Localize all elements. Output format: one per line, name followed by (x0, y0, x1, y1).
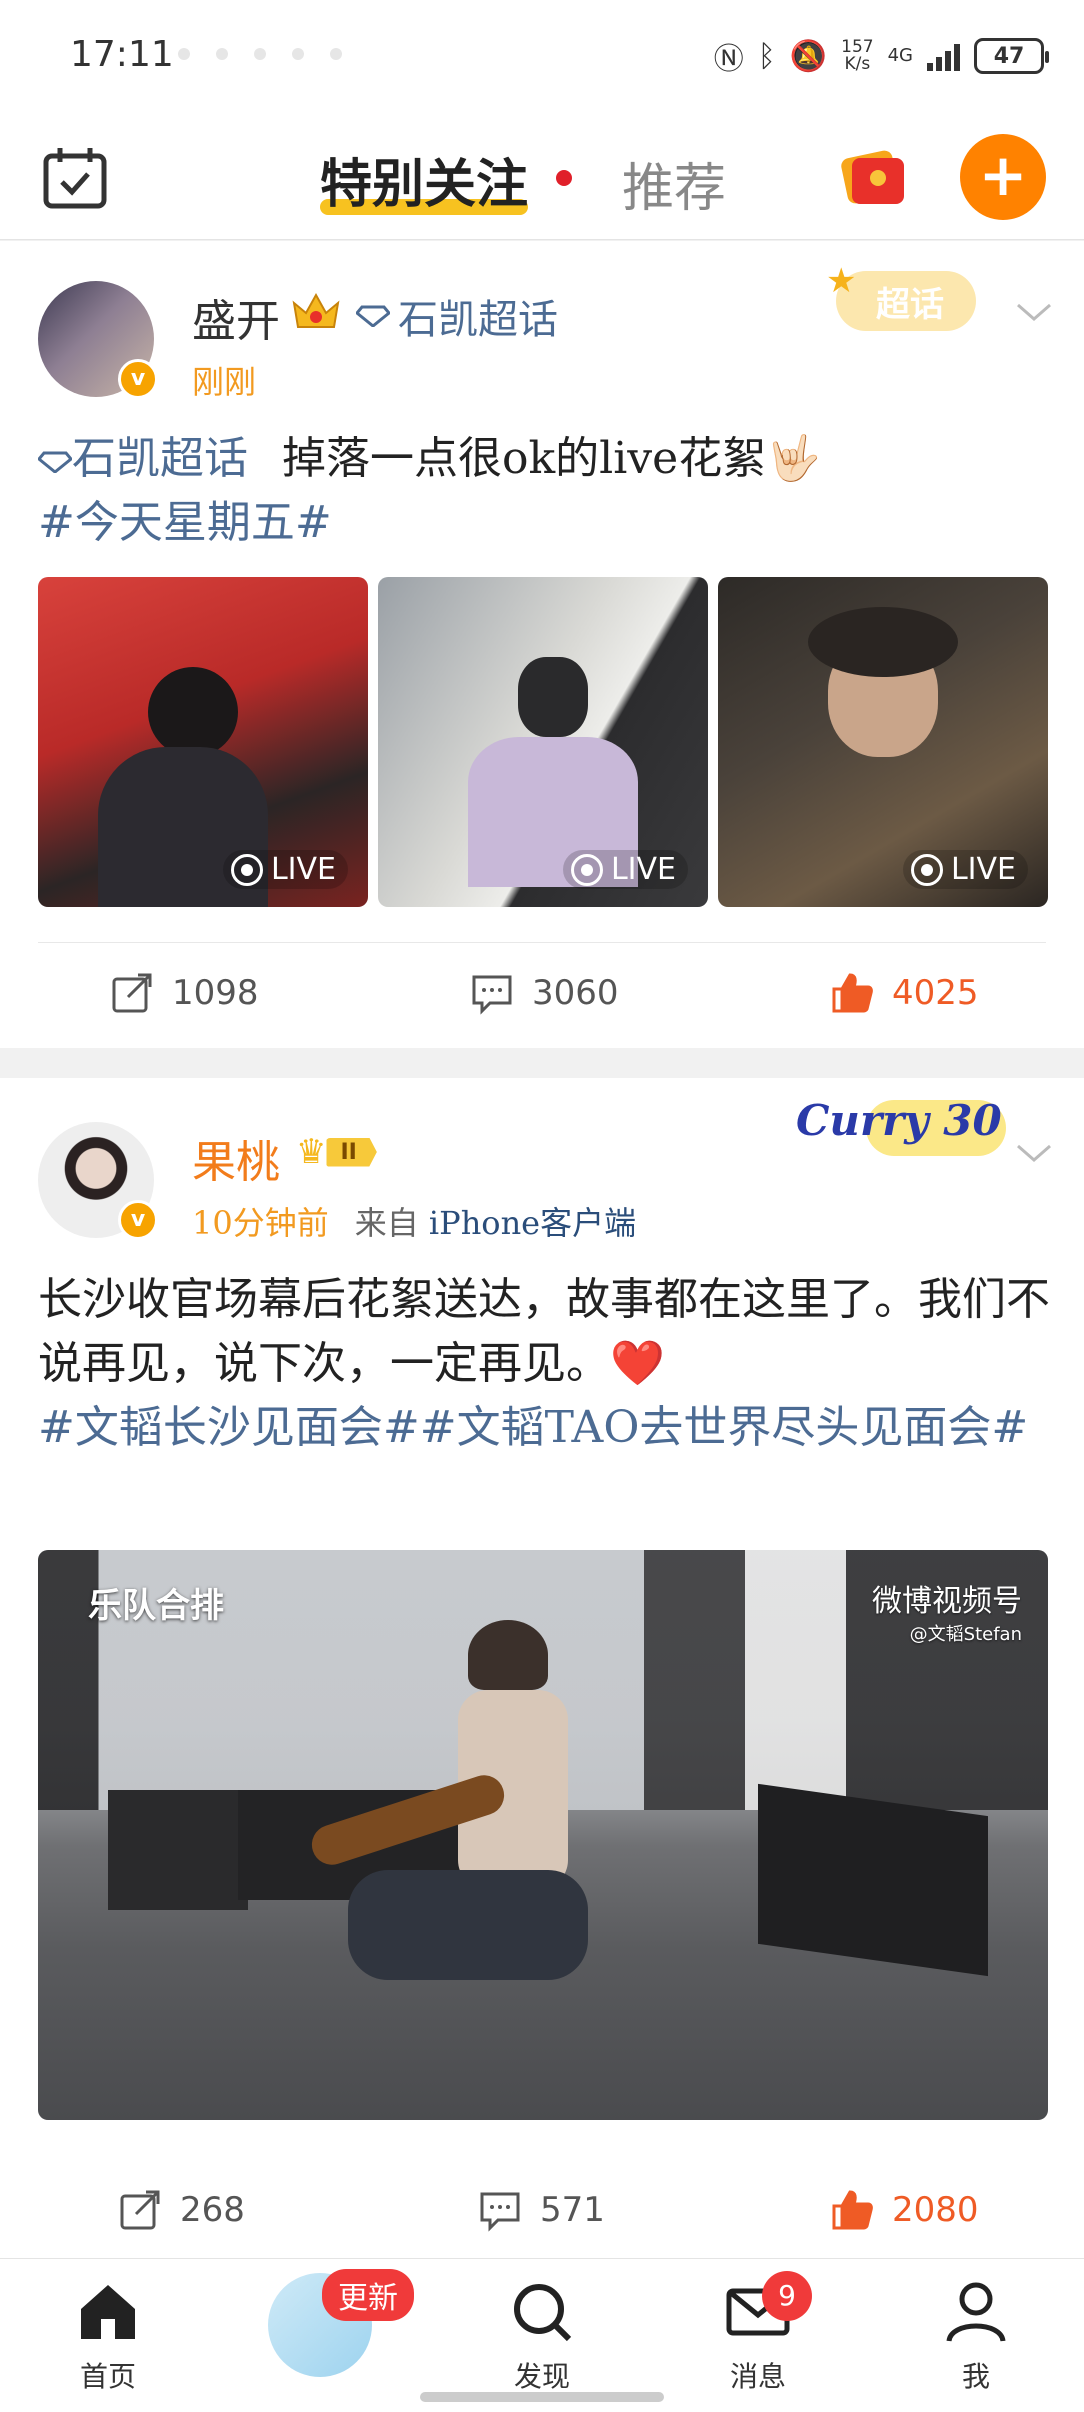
post-body: 石凯超话 掉落一点很ok的live花絮🤟🏻 #今天星期五# (36, 433, 821, 548)
live-icon (570, 853, 603, 886)
search-icon (514, 2284, 572, 2342)
battery-indicator: 47 (974, 38, 1049, 74)
post-card: v 果桃 ♛ II Curry 30 10分钟前 来自 iPhone客户端 长沙收… (0, 1078, 1084, 2258)
video-watermark: 微博视频号 @文韬Stefan (872, 1584, 1022, 1645)
thumbs-up-icon (832, 2190, 873, 2230)
calendar-check-icon[interactable] (42, 146, 108, 210)
comment-button[interactable]: 571 (478, 2188, 605, 2232)
mute-bell-icon: 🔕 (789, 38, 828, 74)
post-meta: 10分钟前 来自 iPhone客户端 (192, 1204, 637, 1242)
nav-discover[interactable]: 发现 (482, 2277, 602, 2395)
network-type: 4G (887, 45, 913, 66)
comment-button[interactable]: 3060 (470, 971, 619, 1015)
post-image[interactable]: LIVE (378, 577, 708, 907)
repost-button[interactable]: 268 (118, 2188, 245, 2232)
tab-recommend[interactable]: 推荐 (622, 146, 726, 221)
live-photo-badge: LIVE (562, 850, 688, 889)
thumbs-up-icon (832, 973, 873, 1013)
post-image[interactable]: LIVE (718, 577, 1048, 907)
diamond-icon (36, 451, 74, 474)
hashtag-link[interactable]: #今天星期五# (38, 497, 332, 548)
notification-icons (178, 48, 342, 60)
nav-messages[interactable]: 消息 9 (698, 2271, 818, 2395)
post-image[interactable]: LIVE (38, 577, 368, 907)
live-icon (910, 853, 943, 886)
live-photo-badge: LIVE (902, 850, 1028, 889)
repost-icon (120, 2190, 160, 2230)
bottom-navigation: 首页 更新 发现 消息 9 我 (0, 2258, 1084, 2412)
verified-badge-icon: v (118, 359, 158, 399)
status-time: 17:11 (70, 34, 174, 75)
signal-icon (927, 41, 960, 71)
member-level-badge: ♛ II (296, 1132, 377, 1172)
video-player[interactable]: 乐队合排 微博视频号 @文韬Stefan (38, 1550, 1048, 2120)
divider (38, 942, 1046, 943)
update-badge: 更新 (322, 2269, 414, 2321)
hashtag-link[interactable]: #文韬长沙见面会##文韬TAO去世界尽头见面会# (38, 1402, 1028, 1453)
supertopic-link[interactable]: 石凯超话 (356, 287, 558, 345)
username[interactable]: 盛开 (192, 285, 280, 349)
nav-home[interactable]: 首页 (48, 2277, 168, 2395)
verified-badge-icon: v (118, 1200, 158, 1240)
new-indicator-dot (556, 170, 572, 186)
nav-me[interactable]: 我 (916, 2277, 1036, 2395)
home-indicator[interactable] (420, 2392, 664, 2402)
like-button[interactable]: 4025 (830, 971, 979, 1015)
tab-following[interactable]: 特别关注 (320, 142, 529, 217)
nfc-icon: Ⓝ (713, 42, 744, 77)
live-photo-badge: LIVE (222, 850, 348, 889)
post-time: 刚刚 (192, 363, 257, 401)
bluetooth-icon: ᛒ (757, 38, 776, 74)
repost-button[interactable]: 1098 (110, 971, 259, 1015)
post-body: 长沙收官场幕后花絮送达，故事都在这里了。我们不说再见，说下次，一定再见。❤️ #… (38, 1274, 1050, 1453)
chevron-down-icon[interactable] (1014, 1142, 1054, 1166)
crown-badge-icon (292, 292, 340, 328)
comment-icon (480, 2192, 520, 2232)
status-bar: 17:11 Ⓝ ᛒ 🔕 157 K/s 4G 47 (0, 0, 1084, 110)
home-icon (81, 2285, 135, 2339)
top-navigation: 特别关注 推荐 + (0, 110, 1084, 240)
video-caption: 乐队合排 (88, 1586, 224, 1626)
post-card: v 盛开 石凯超话 超话 ★ 刚刚 石凯超话 掉落一点很ok的live花絮🤟🏻 … (0, 241, 1084, 1048)
repost-icon (112, 973, 152, 1013)
network-speed: 157 K/s (841, 37, 874, 74)
chevron-down-icon[interactable] (1014, 301, 1054, 325)
diamond-icon (356, 305, 390, 327)
profile-icon (946, 2282, 1006, 2342)
message-count-badge: 9 (762, 2271, 812, 2321)
like-button[interactable]: 2080 (830, 2188, 979, 2232)
decoration-badge: Curry 30 (796, 1092, 1006, 1162)
compose-button[interactable]: + (960, 134, 1046, 220)
star-icon: ★ (826, 261, 857, 301)
red-packet-icon[interactable] (838, 144, 910, 210)
supertopic-badge: 超话 ★ (826, 261, 986, 331)
crown-icon: ♛ (296, 1132, 327, 1172)
username[interactable]: 果桃 (192, 1126, 280, 1190)
live-icon (230, 853, 263, 886)
supertopic-inline-link[interactable]: 石凯超话 (36, 433, 248, 484)
comment-icon (472, 975, 512, 1015)
